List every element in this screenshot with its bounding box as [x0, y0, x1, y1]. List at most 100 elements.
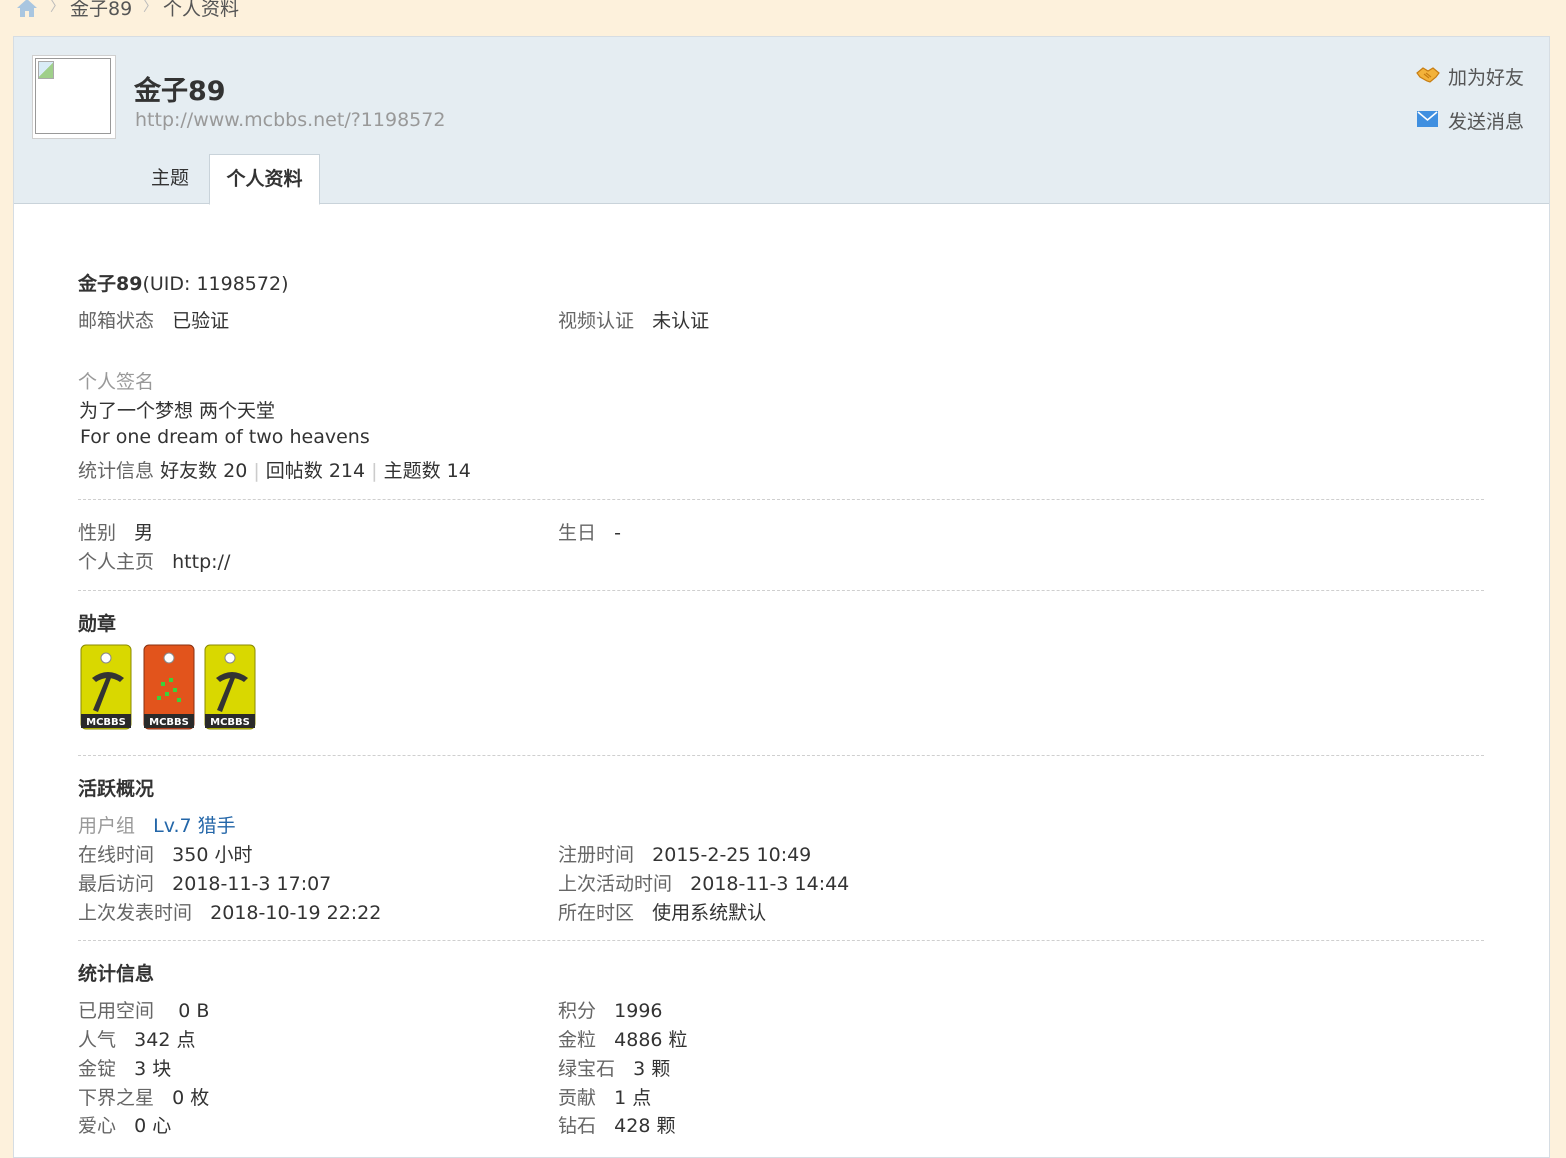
used-space: 已用空间 0 B [78, 996, 209, 1023]
user-group-label: 用户组 [78, 815, 136, 837]
emerald-value: 3 颗 [633, 1058, 671, 1080]
replies-count-link[interactable]: 回帖数 214 [266, 460, 365, 482]
last-post-value: 2018-10-19 22:22 [210, 902, 382, 924]
pickaxe-medal-icon[interactable]: MCBBS [204, 644, 256, 730]
gender-value: 男 [134, 522, 154, 544]
popularity-label: 人气 [78, 1029, 117, 1051]
birthday-value: - [614, 522, 621, 544]
online-time-value: 350 小时 [172, 844, 253, 866]
medal-text: MCBBS [86, 717, 126, 728]
medal-text: MCBBS [210, 717, 250, 728]
contribution-value: 1 点 [614, 1087, 652, 1109]
timezone-label: 所在时区 [558, 902, 635, 924]
last-active-value: 2018-11-3 14:44 [690, 873, 850, 895]
tab-profile[interactable]: 个人资料 [209, 154, 320, 205]
breadcrumb-separator: 〉 [143, 0, 157, 15]
topics-count-link[interactable]: 主题数 14 [384, 460, 471, 482]
used-space-value: 0 B [178, 1000, 210, 1022]
gender-label: 性别 [78, 522, 117, 544]
nether-star: 下界之星 0 枚 [78, 1083, 209, 1110]
divider [78, 755, 1484, 756]
popularity-value: 342 点 [134, 1029, 196, 1051]
breadcrumb: 〉 金子89 〉 个人资料 [0, 0, 1566, 24]
mail-icon [1417, 111, 1438, 127]
last-visit-value: 2018-11-3 17:07 [172, 873, 332, 895]
birthday-label: 生日 [558, 522, 597, 544]
points-label: 积分 [558, 1000, 597, 1022]
basic-uid: (UID: 1198572) [142, 273, 289, 295]
contribution: 贡献 1 点 [558, 1083, 651, 1110]
medal-text: MCBBS [149, 717, 189, 728]
stats-summary-label: 统计信息 [78, 460, 155, 482]
gold-nugget-value: 4886 粒 [614, 1029, 688, 1051]
gold-nugget: 金粒 4886 粒 [558, 1025, 688, 1052]
video-status-value: 未认证 [652, 310, 710, 332]
homepage-value[interactable]: http:// [172, 551, 230, 573]
signature-label: 个人签名 [78, 371, 155, 393]
divider [78, 499, 1484, 500]
gold-ingot: 金锭 3 块 [78, 1054, 171, 1081]
homepage-field: 个人主页 http:// [78, 547, 230, 574]
email-status: 邮箱状态 已验证 [78, 306, 229, 333]
video-status-label: 视频认证 [558, 310, 635, 332]
profile-url[interactable]: http://www.mcbbs.net/?1198572 [135, 109, 445, 131]
popularity: 人气 342 点 [78, 1025, 195, 1052]
gold-ingot-value: 3 块 [134, 1058, 172, 1080]
love: 爱心 0 心 [78, 1111, 171, 1138]
register-time-value: 2015-2-25 10:49 [652, 844, 812, 866]
last-post: 上次发表时间 2018-10-19 22:22 [78, 898, 381, 925]
user-group-link[interactable]: Lv.7 猎手 [153, 815, 236, 837]
last-visit-label: 最后访问 [78, 873, 155, 895]
nether-star-value: 0 枚 [172, 1087, 210, 1109]
home-icon[interactable] [16, 0, 38, 18]
email-status-label: 邮箱状态 [78, 310, 155, 332]
gold-nugget-label: 金粒 [558, 1029, 597, 1051]
last-post-label: 上次发表时间 [78, 902, 193, 924]
send-message-label: 发送消息 [1448, 111, 1525, 133]
divider [78, 940, 1484, 941]
breadcrumb-current: 个人资料 [163, 0, 240, 20]
love-label: 爱心 [78, 1115, 117, 1137]
last-visit: 最后访问 2018-11-3 17:07 [78, 869, 331, 896]
handshake-icon [1416, 67, 1440, 83]
last-active-label: 上次活动时间 [558, 873, 673, 895]
used-space-label: 已用空间 [78, 1000, 155, 1022]
grass-medal-icon[interactable]: MCBBS [143, 644, 195, 730]
love-value: 0 心 [134, 1115, 172, 1137]
points-value: 1996 [614, 1000, 663, 1022]
contribution-label: 贡献 [558, 1087, 597, 1109]
profile-username: 金子89 [134, 76, 226, 107]
timezone-value: 使用系统默认 [652, 902, 767, 924]
homepage-label: 个人主页 [78, 551, 155, 573]
points: 积分 1996 [558, 996, 663, 1023]
video-status: 视频认证 未认证 [558, 306, 709, 333]
email-status-value: 已验证 [172, 310, 230, 332]
activity-title: 活跃概况 [78, 778, 155, 800]
pickaxe-medal-icon[interactable]: MCBBS [80, 644, 132, 730]
diamond-value: 428 颗 [614, 1115, 676, 1137]
broken-image-icon [38, 61, 54, 79]
gender-field: 性别 男 [78, 518, 153, 545]
emerald: 绿宝石 3 颗 [558, 1054, 670, 1081]
breadcrumb-separator: 〉 [50, 0, 64, 15]
profile-card: 金子89 http://www.mcbbs.net/?1198572 加为好友 … [13, 36, 1550, 1158]
nether-star-label: 下界之星 [78, 1087, 155, 1109]
breadcrumb-user[interactable]: 金子89 [70, 0, 132, 21]
register-time: 注册时间 2015-2-25 10:49 [558, 840, 811, 867]
stats-summary: 统计信息 好友数 20 | 回帖数 214 | 主题数 14 [78, 460, 471, 482]
divider [78, 590, 1484, 591]
timezone: 所在时区 使用系统默认 [558, 898, 766, 925]
basic-username: 金子89 [78, 273, 143, 295]
emerald-label: 绿宝石 [558, 1058, 616, 1080]
online-time-label: 在线时间 [78, 844, 155, 866]
register-time-label: 注册时间 [558, 844, 635, 866]
diamond: 钻石 428 颗 [558, 1111, 675, 1138]
basic-info-title: 金子89(UID: 1198572) [78, 269, 288, 296]
signature-line-1: 为了一个梦想 两个天堂 [79, 400, 276, 422]
user-group: 用户组 Lv.7 猎手 [78, 811, 236, 838]
avatar[interactable] [32, 55, 116, 139]
tab-topics[interactable]: 主题 [134, 154, 206, 203]
friends-count-link[interactable]: 好友数 20 [160, 460, 247, 482]
diamond-label: 钻石 [558, 1115, 597, 1137]
add-friend-label: 加为好友 [1448, 67, 1525, 89]
